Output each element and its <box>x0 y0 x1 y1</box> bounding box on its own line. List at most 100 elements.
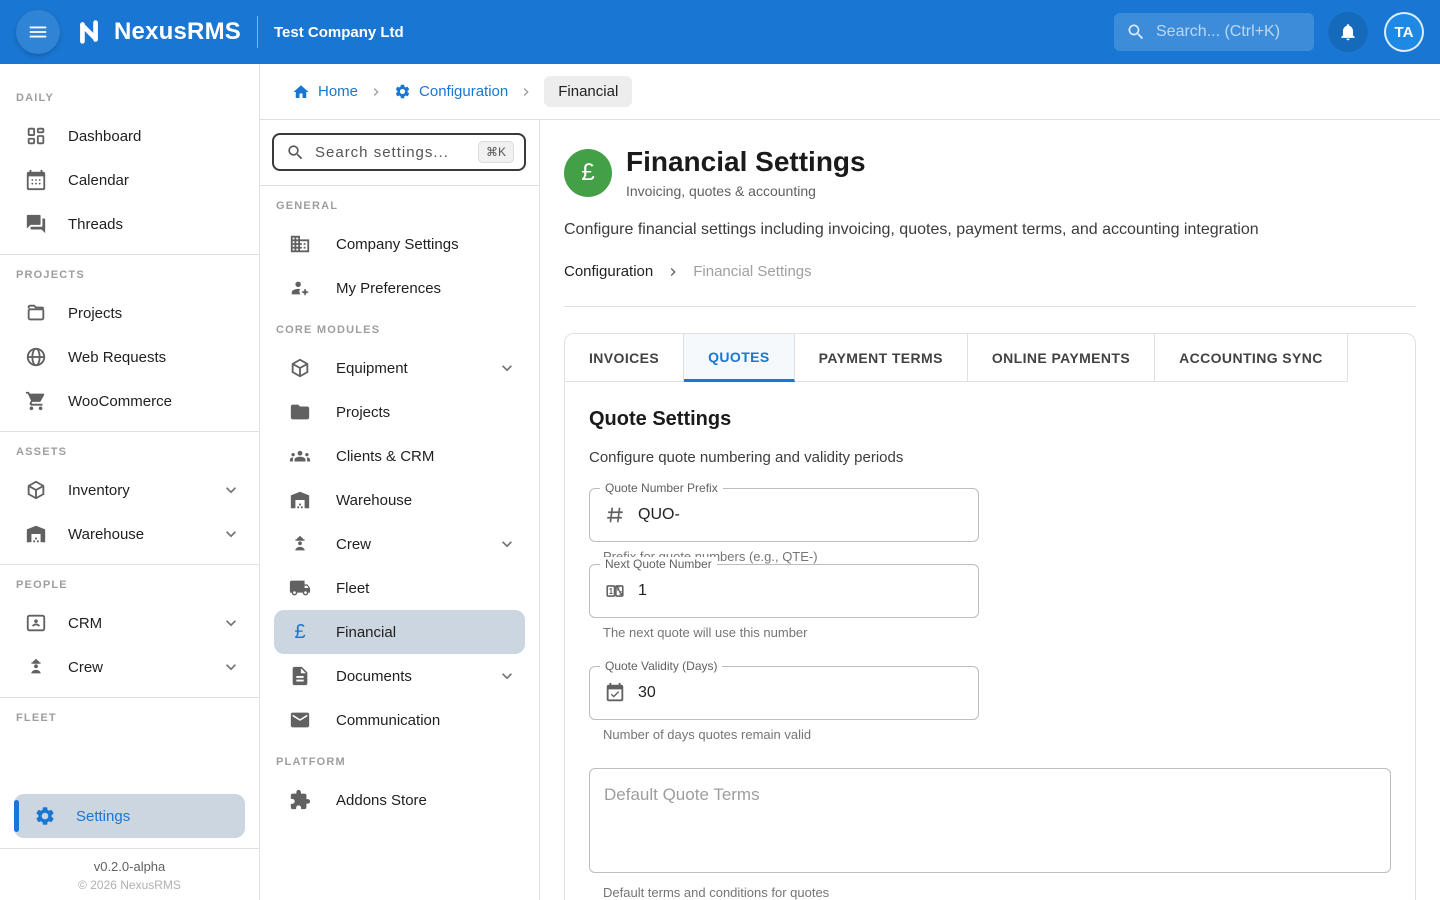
page-breadcrumb-parent[interactable]: Configuration <box>564 263 653 280</box>
brand[interactable]: NexusRMS <box>74 17 241 47</box>
quote-prefix-label: Quote Number Prefix <box>600 481 723 495</box>
quote-validity-input[interactable] <box>638 684 964 702</box>
breadcrumb-configuration[interactable]: Configuration <box>394 83 508 100</box>
sidebar-item-woocommerce[interactable]: WooCommerce <box>0 379 259 423</box>
company-name: Test Company Ltd <box>274 24 404 41</box>
settings-item-warehouse[interactable]: Warehouse <box>274 478 525 522</box>
quote-validity-helper: Number of days quotes remain valid <box>603 727 979 742</box>
settings-item-projects[interactable]: Projects <box>274 390 525 434</box>
puzzle-icon <box>288 788 312 812</box>
quote-validity-label: Quote Validity (Days) <box>600 659 722 673</box>
gear-icon <box>34 805 56 827</box>
settings-item-crew[interactable]: Crew <box>274 522 525 566</box>
sidebar-item-crm[interactable]: CRM <box>0 601 259 645</box>
copyright: © 2026 NexusRMS <box>0 878 259 892</box>
quote-prefix-field: Quote Number Prefix <box>589 488 979 542</box>
sidebar-item-dashboard[interactable]: Dashboard <box>0 114 259 158</box>
app-nav: DAILY Dashboard Calendar Threads <box>0 64 259 788</box>
svg-text:1: 1 <box>609 587 614 596</box>
default-quote-terms-textarea[interactable] <box>589 768 1391 873</box>
quote-prefix-input[interactable] <box>638 506 964 524</box>
gear-icon <box>394 83 411 100</box>
chevron-down-icon[interactable] <box>497 534 517 554</box>
settings-item-equipment[interactable]: Equipment <box>274 346 525 390</box>
chevron-down-icon[interactable] <box>497 666 517 686</box>
avatar[interactable]: TA <box>1384 12 1424 52</box>
topbar-divider <box>257 16 258 48</box>
settings-search[interactable]: ⌘K <box>272 133 526 171</box>
chevron-right-icon <box>665 264 681 280</box>
breadcrumb-home[interactable]: Home <box>292 83 358 101</box>
settings-item-communication[interactable]: Communication <box>274 698 525 742</box>
chevron-down-icon[interactable] <box>219 655 243 679</box>
global-search[interactable] <box>1114 13 1314 51</box>
global-search-input[interactable] <box>1156 23 1296 41</box>
top-bar: NexusRMS Test Company Ltd TA <box>0 0 1440 64</box>
section-title-platform: PLATFORM <box>276 756 523 768</box>
app-version: v0.2.0-alpha <box>0 859 259 874</box>
settings-item-financial[interactable]: £ Financial <box>274 610 525 654</box>
page-subtitle: Invoicing, quotes & accounting <box>626 183 866 199</box>
pound-icon: £ <box>564 149 612 197</box>
menu-button[interactable] <box>16 10 60 54</box>
settings-item-fleet[interactable]: Fleet <box>274 566 525 610</box>
search-icon <box>286 143 305 162</box>
brand-title: NexusRMS <box>114 18 241 46</box>
menu-icon <box>27 21 49 43</box>
sidebar-item-threads[interactable]: Threads <box>0 202 259 246</box>
section-title-fleet: FLEET <box>16 712 243 724</box>
page-breadcrumb: Configuration Financial Settings <box>564 263 1416 280</box>
tab-payment-terms[interactable]: PAYMENT TERMS <box>795 334 968 382</box>
settings-item-company-settings[interactable]: Company Settings <box>274 222 525 266</box>
chevron-down-icon[interactable] <box>219 478 243 502</box>
notifications-button[interactable] <box>1328 12 1368 52</box>
svg-text:5: 5 <box>619 591 622 597</box>
divider <box>0 431 259 432</box>
main-content: £ Financial Settings Invoicing, quotes &… <box>540 120 1440 900</box>
settings-item-clients-crm[interactable]: Clients & CRM <box>274 434 525 478</box>
sidebar-item-inventory[interactable]: Inventory <box>0 468 259 512</box>
tab-online-payments[interactable]: ONLINE PAYMENTS <box>968 334 1155 382</box>
sidebar-item-warehouse[interactable]: Warehouse <box>0 512 259 556</box>
document-icon <box>288 664 312 688</box>
tab-invoices[interactable]: INVOICES <box>565 334 684 382</box>
sidebar-item-projects[interactable]: Projects <box>0 291 259 335</box>
breadcrumb-current: Financial <box>544 76 632 107</box>
breadcrumb: Home Configuration Financial <box>260 64 1440 120</box>
divider <box>260 185 539 186</box>
divider <box>564 306 1416 307</box>
section-title-daily: DAILY <box>16 92 243 104</box>
section-title-assets: ASSETS <box>16 446 243 458</box>
contact-card-icon <box>24 611 48 635</box>
box-icon <box>24 478 48 502</box>
tab-accounting-sync[interactable]: ACCOUNTING SYNC <box>1155 334 1348 382</box>
hash-icon <box>604 504 626 526</box>
calendar-icon <box>24 168 48 192</box>
section-title-projects: PROJECTS <box>16 269 243 281</box>
divider <box>0 564 259 565</box>
sidebar-item-calendar[interactable]: Calendar <box>0 158 259 202</box>
number-icon: 125 <box>604 580 626 602</box>
chevron-down-icon[interactable] <box>497 358 517 378</box>
sidebar-item-crew[interactable]: Crew <box>0 645 259 689</box>
pound-icon: £ <box>288 620 312 644</box>
settings-item-documents[interactable]: Documents <box>274 654 525 698</box>
crew-icon <box>24 655 48 679</box>
mail-icon <box>288 708 312 732</box>
settings-search-input[interactable] <box>315 144 468 161</box>
chevron-right-icon <box>518 84 534 100</box>
chevron-down-icon[interactable] <box>219 611 243 635</box>
tab-quotes[interactable]: QUOTES <box>684 334 795 382</box>
next-quote-number-input[interactable] <box>638 582 964 600</box>
section-title-core-modules: CORE MODULES <box>276 324 523 336</box>
folder-icon <box>288 400 312 424</box>
settings-item-my-preferences[interactable]: My Preferences <box>274 266 525 310</box>
settings-item-addons-store[interactable]: Addons Store <box>274 778 525 822</box>
quote-validity-field: Quote Validity (Days) <box>589 666 979 720</box>
chevron-down-icon[interactable] <box>219 522 243 546</box>
sidebar-item-settings[interactable]: Settings <box>14 794 245 838</box>
home-icon <box>292 83 310 101</box>
page-description: Configure financial settings including i… <box>564 221 1416 239</box>
sidebar-item-web-requests[interactable]: Web Requests <box>0 335 259 379</box>
globe-icon <box>24 345 48 369</box>
